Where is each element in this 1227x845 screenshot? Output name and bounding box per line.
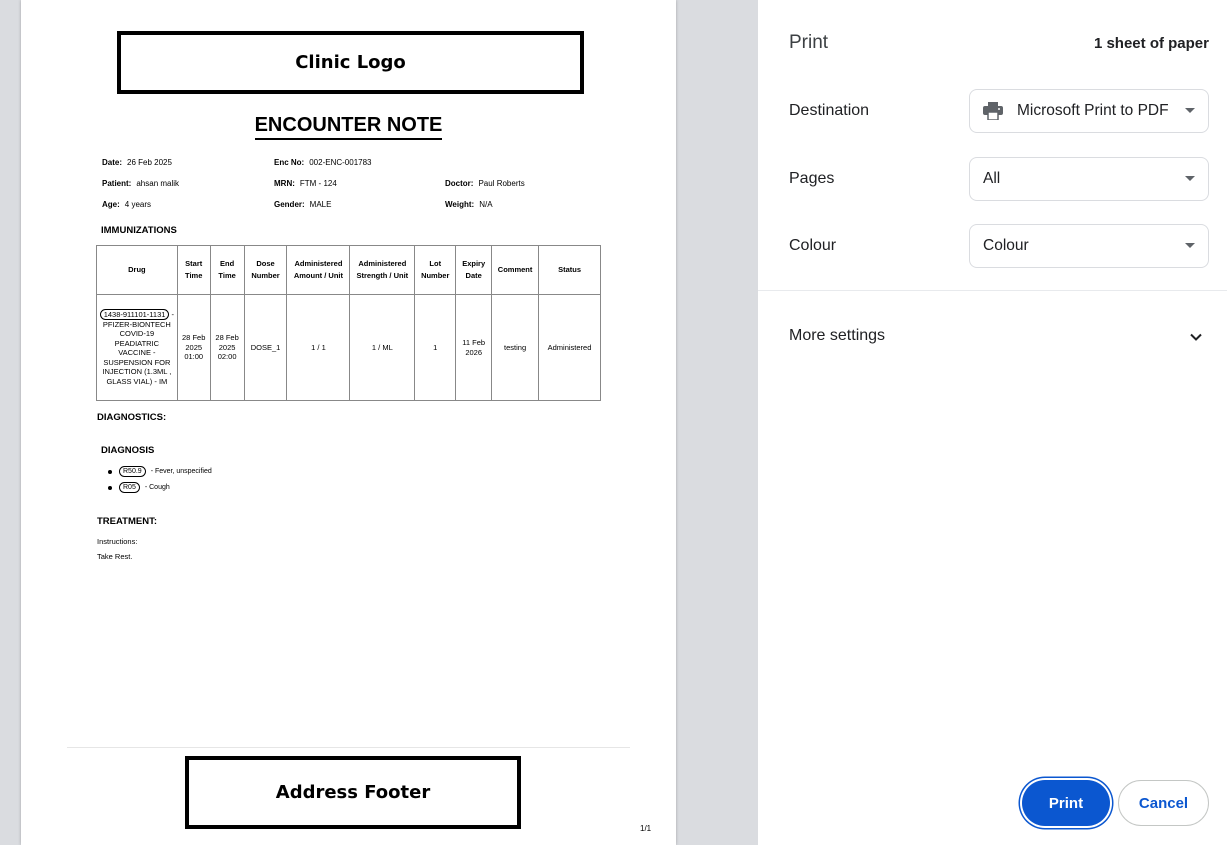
instructions-label: Instructions: — [97, 537, 138, 546]
doctor-label: Doctor: — [445, 179, 474, 188]
diagnosis-code: R50.9 — [119, 466, 146, 477]
sheet-count: 1 sheet of paper — [1093, 35, 1209, 52]
age-value: 4 years — [124, 200, 152, 209]
caret-down-icon — [1185, 243, 1195, 248]
print-preview-area: Clinic Logo ENCOUNTER NOTE Date: 26 Feb 2… — [0, 0, 758, 845]
address-footer-placeholder: Address Footer — [185, 756, 521, 829]
field-gender: Gender: MALE — [274, 200, 331, 209]
field-doctor: Doctor: Paul Roberts — [445, 179, 525, 188]
document-title: ENCOUNTER NOTE — [254, 114, 443, 140]
amount-cell: 1 / 1 — [286, 294, 351, 401]
destination-select[interactable]: Microsoft Print to PDF — [969, 89, 1209, 133]
drug-name: - PFIZER-BIONTECH COVID-19 PEADIATRIC VA… — [102, 309, 175, 386]
enc-no-label: Enc No: — [274, 158, 305, 167]
table-header: End Time — [209, 245, 245, 295]
table-header: Comment — [491, 245, 540, 295]
list-item: R50.9 - Fever, unspecified — [108, 466, 212, 477]
immunizations-table: Drug Start Time End Time Dose Number Adm… — [96, 245, 601, 401]
field-weight: Weight: N/A — [445, 200, 493, 209]
table-header-row: Drug Start Time End Time Dose Number Adm… — [96, 245, 601, 295]
weight-value: N/A — [479, 200, 493, 209]
doctor-value: Paul Roberts — [478, 179, 525, 188]
footer-divider — [67, 747, 630, 748]
status-cell: Administered — [538, 294, 601, 401]
comment-cell: testing — [491, 294, 540, 401]
destination-label: Destination — [789, 102, 870, 119]
end-time-cell: 28 Feb 2025 02:00 — [209, 294, 245, 401]
mrn-value: FTM - 124 — [299, 179, 337, 188]
cancel-button[interactable]: Cancel — [1118, 780, 1209, 826]
document-title-wrap: ENCOUNTER NOTE — [21, 114, 676, 140]
table-header: Start Time — [176, 245, 211, 295]
panel-divider — [758, 290, 1227, 291]
chevron-down-icon[interactable] — [1190, 330, 1202, 342]
page-number: 1/1 — [640, 824, 652, 833]
list-item: R05 - Cough — [108, 482, 170, 493]
date-label: Date: — [102, 158, 123, 167]
pages-select[interactable]: All — [969, 157, 1209, 201]
bullet-icon — [108, 485, 112, 490]
destination-value: Microsoft Print to PDF — [1017, 102, 1169, 119]
diagnosis-code: R05 — [119, 482, 140, 493]
weight-label: Weight: — [445, 200, 475, 209]
table-header: Lot Number — [414, 245, 457, 295]
document-page: Clinic Logo ENCOUNTER NOTE Date: 26 Feb 2… — [21, 0, 676, 845]
clinic-logo-placeholder: Clinic Logo — [117, 31, 584, 94]
more-settings-toggle[interactable]: More settings — [789, 327, 885, 345]
diagnosis-text: - Fever, unspecified — [150, 468, 212, 475]
date-value: 26 Feb 2025 — [127, 158, 172, 167]
pages-label: Pages — [789, 170, 835, 187]
table-header: Dose Number — [243, 245, 288, 295]
print-settings-panel: Print 1 sheet of paper Destination Micro… — [758, 0, 1227, 845]
colour-value: Colour — [983, 237, 1029, 254]
panel-title: Print — [789, 32, 829, 53]
table-header: Administered Amount / Unit — [286, 245, 351, 295]
drug-cell: 1438-911101-1131 - PFIZER-BIONTECH COVID… — [96, 294, 178, 401]
table-header: Administered Strength / Unit — [349, 245, 416, 295]
pages-value: All — [983, 170, 1001, 187]
immunizations-heading: IMMUNIZATIONS — [101, 225, 177, 236]
caret-down-icon — [1185, 108, 1195, 113]
diagnosis-heading: DIAGNOSIS — [101, 445, 155, 456]
field-age: Age: 4 years — [102, 200, 151, 209]
instructions-text: Take Rest. — [97, 552, 133, 561]
expiry-date-cell: 11 Feb 2026 — [455, 294, 493, 401]
printer-icon — [983, 102, 1003, 121]
table-row: 1438-911101-1131 - PFIZER-BIONTECH COVID… — [96, 294, 601, 401]
bullet-icon — [108, 469, 112, 474]
field-date: Date: 26 Feb 2025 — [102, 158, 172, 167]
print-button[interactable]: Print — [1022, 780, 1110, 826]
colour-select[interactable]: Colour — [969, 224, 1209, 268]
field-patient: Patient: ahsan malik — [102, 179, 179, 188]
lot-number-cell: 1 — [414, 294, 457, 401]
diagnostics-heading: DIAGNOSTICS: — [97, 412, 167, 423]
age-label: Age: — [102, 200, 120, 209]
drug-code: 1438-911101-1131 — [99, 308, 170, 320]
gender-label: Gender: — [274, 200, 305, 209]
gender-value: MALE — [309, 200, 332, 209]
table-header: Status — [538, 245, 601, 295]
patient-label: Patient: — [102, 179, 132, 188]
patient-value: ahsan malik — [136, 179, 180, 188]
table-header: Expiry Date — [455, 245, 493, 295]
dose-number-cell: DOSE_1 — [243, 294, 288, 401]
table-header: Drug — [96, 245, 178, 295]
field-enc-no: Enc No: 002-ENC-001783 — [274, 158, 372, 167]
mrn-label: MRN: — [274, 179, 295, 188]
caret-down-icon — [1185, 176, 1195, 181]
diagnosis-text: - Cough — [144, 484, 170, 491]
enc-no-value: 002-ENC-001783 — [309, 158, 372, 167]
start-time-cell: 28 Feb 2025 01:00 — [176, 294, 211, 401]
colour-label: Colour — [789, 237, 837, 254]
strength-cell: 1 / ML — [349, 294, 416, 401]
treatment-heading: TREATMENT: — [97, 516, 157, 527]
field-mrn: MRN: FTM - 124 — [274, 179, 337, 188]
